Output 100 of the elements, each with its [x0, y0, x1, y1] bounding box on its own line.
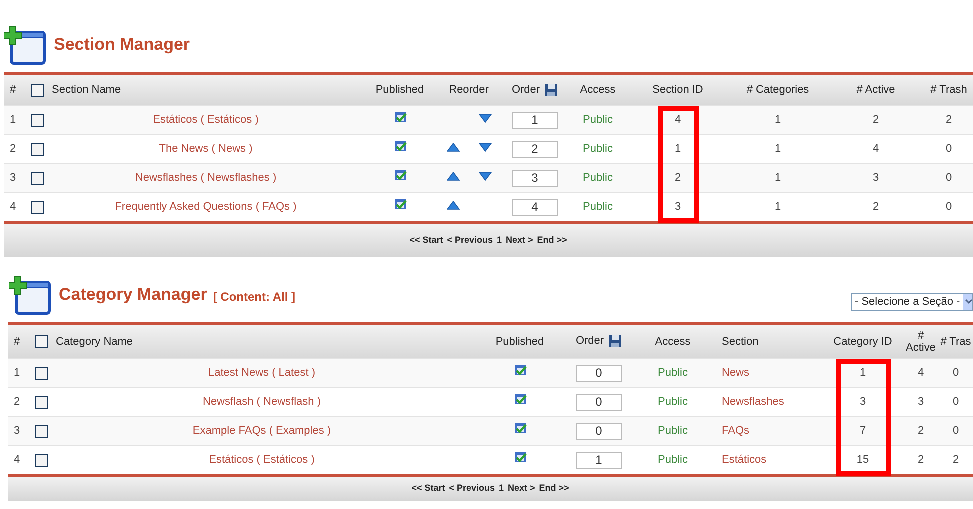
pagination-link[interactable]: << Start — [412, 482, 446, 496]
checkbox[interactable] — [34, 396, 48, 408]
access-link[interactable]: Public — [658, 394, 688, 410]
pagination-link[interactable]: 1 — [499, 482, 504, 496]
column-header[interactable]: # — [14, 336, 20, 348]
column-header[interactable]: Section ID — [652, 84, 704, 96]
column-header[interactable]: Category ID — [834, 336, 892, 348]
column-header[interactable]: # Categories — [746, 84, 810, 96]
pagination-link[interactable]: End >> — [539, 482, 570, 496]
move-up-icon[interactable] — [446, 201, 460, 210]
name-link[interactable]: Newsflashes ( Newsflashes ) — [135, 170, 277, 186]
order-field[interactable]: 3 — [512, 170, 558, 186]
move-down-icon[interactable] — [478, 172, 492, 181]
name-link[interactable]: Estáticos ( Estáticos ) — [153, 112, 259, 128]
table-cell-text: 2 — [872, 200, 880, 215]
access-link[interactable]: Public — [658, 452, 688, 468]
checkbox[interactable] — [34, 424, 48, 438]
column-header[interactable]: # Tras — [940, 336, 972, 348]
dropdown-caret-icon[interactable] — [963, 294, 972, 310]
access-link[interactable]: Public — [583, 198, 613, 216]
table-cell-text: 4 — [918, 366, 924, 381]
save-icon[interactable] — [545, 84, 558, 96]
published-check-icon[interactable] — [514, 364, 526, 376]
order-field[interactable]: 0 — [576, 364, 622, 382]
table-cell-text: 2 — [674, 170, 682, 186]
checkbox[interactable] — [30, 142, 44, 156]
row-number: 2 — [10, 142, 16, 157]
move-up-icon[interactable] — [446, 143, 460, 152]
access-link[interactable]: Public — [583, 112, 613, 128]
access-link[interactable]: Public — [658, 364, 688, 382]
column-header[interactable]: # Active — [906, 330, 936, 354]
access-link[interactable]: Public — [583, 140, 613, 158]
section-link[interactable]: Estáticos — [722, 452, 767, 468]
column-header[interactable]: Section Name — [52, 84, 122, 96]
table-cell-text: 0 — [946, 142, 952, 157]
column-header[interactable]: Published — [496, 336, 544, 348]
table-cell-text: 2 — [918, 424, 924, 439]
table-cell-text: 1 — [774, 200, 782, 215]
column-header[interactable]: Order — [512, 82, 540, 98]
checkbox[interactable] — [34, 454, 48, 466]
pagination-link[interactable]: Next > — [506, 234, 534, 248]
name-link[interactable]: Example FAQs ( Examples ) — [192, 422, 332, 440]
table-cell-text: 4 — [674, 112, 682, 128]
column-header[interactable]: Category Name — [56, 336, 134, 348]
checkbox[interactable] — [34, 335, 48, 348]
row-number: 1 — [10, 112, 16, 128]
column-header[interactable]: # — [10, 84, 16, 96]
move-down-icon[interactable] — [478, 143, 492, 152]
access-link[interactable]: Public — [658, 422, 688, 440]
column-header[interactable]: # Active — [856, 84, 896, 96]
checkbox[interactable] — [30, 84, 44, 96]
pagination-link[interactable]: Next > — [508, 482, 536, 496]
page-subtitle: [ Content: All ] — [213, 289, 296, 306]
name-link[interactable]: Estáticos ( Estáticos ) — [209, 452, 315, 468]
published-check-icon[interactable] — [514, 422, 526, 434]
table-cell-text: 3 — [872, 170, 880, 186]
column-header[interactable]: Reorder — [449, 84, 489, 96]
checkbox[interactable] — [30, 172, 44, 184]
pagination-link[interactable]: End >> — [537, 234, 568, 248]
move-up-icon[interactable] — [446, 172, 460, 181]
table-cell-text: 1 — [774, 112, 782, 128]
save-icon[interactable] — [609, 335, 622, 348]
section-dropdown[interactable]: - Selecione a Seção - — [851, 293, 973, 311]
pagination-link[interactable]: 1 — [497, 234, 502, 248]
column-header[interactable]: Order — [576, 333, 604, 350]
published-check-icon[interactable] — [394, 198, 406, 210]
access-link[interactable]: Public — [583, 170, 613, 186]
name-link[interactable]: Latest News ( Latest ) — [208, 364, 316, 382]
name-link[interactable]: Newsflash ( Newsflash ) — [203, 394, 321, 410]
pagination-link[interactable]: << Start — [410, 234, 444, 248]
published-check-icon[interactable] — [394, 110, 406, 124]
published-check-icon[interactable] — [394, 168, 406, 182]
section-link[interactable]: News — [722, 364, 750, 382]
checkbox[interactable] — [30, 114, 44, 126]
order-field[interactable]: 0 — [576, 394, 622, 410]
pagination-link[interactable]: < Previous — [447, 234, 493, 248]
section-link[interactable]: Newsflashes — [722, 394, 784, 410]
row-number: 1 — [14, 366, 20, 381]
section-link[interactable]: FAQs — [722, 422, 750, 440]
column-header[interactable]: Section — [722, 336, 759, 348]
order-field[interactable]: 2 — [512, 140, 558, 158]
move-down-icon[interactable] — [478, 114, 492, 123]
order-field[interactable]: 4 — [512, 198, 558, 216]
checkbox[interactable] — [30, 200, 44, 214]
order-field[interactable]: 1 — [512, 112, 558, 128]
table-cell-text: 0 — [952, 394, 960, 410]
table-cell-text: 2 — [872, 112, 880, 128]
name-link[interactable]: The News ( News ) — [159, 140, 253, 158]
published-check-icon[interactable] — [394, 140, 406, 152]
published-check-icon[interactable] — [514, 392, 526, 406]
published-check-icon[interactable] — [514, 450, 526, 464]
column-header[interactable]: # Trash — [930, 84, 968, 96]
pagination-link[interactable]: < Previous — [449, 482, 495, 496]
order-field[interactable]: 0 — [576, 422, 622, 440]
column-header[interactable]: Access — [655, 336, 691, 348]
checkbox[interactable] — [34, 366, 48, 380]
name-link[interactable]: Frequently Asked Questions ( FAQs ) — [115, 198, 297, 216]
column-header[interactable]: Published — [376, 84, 424, 96]
column-header[interactable]: Access — [580, 84, 616, 96]
order-field[interactable]: 1 — [576, 452, 622, 468]
